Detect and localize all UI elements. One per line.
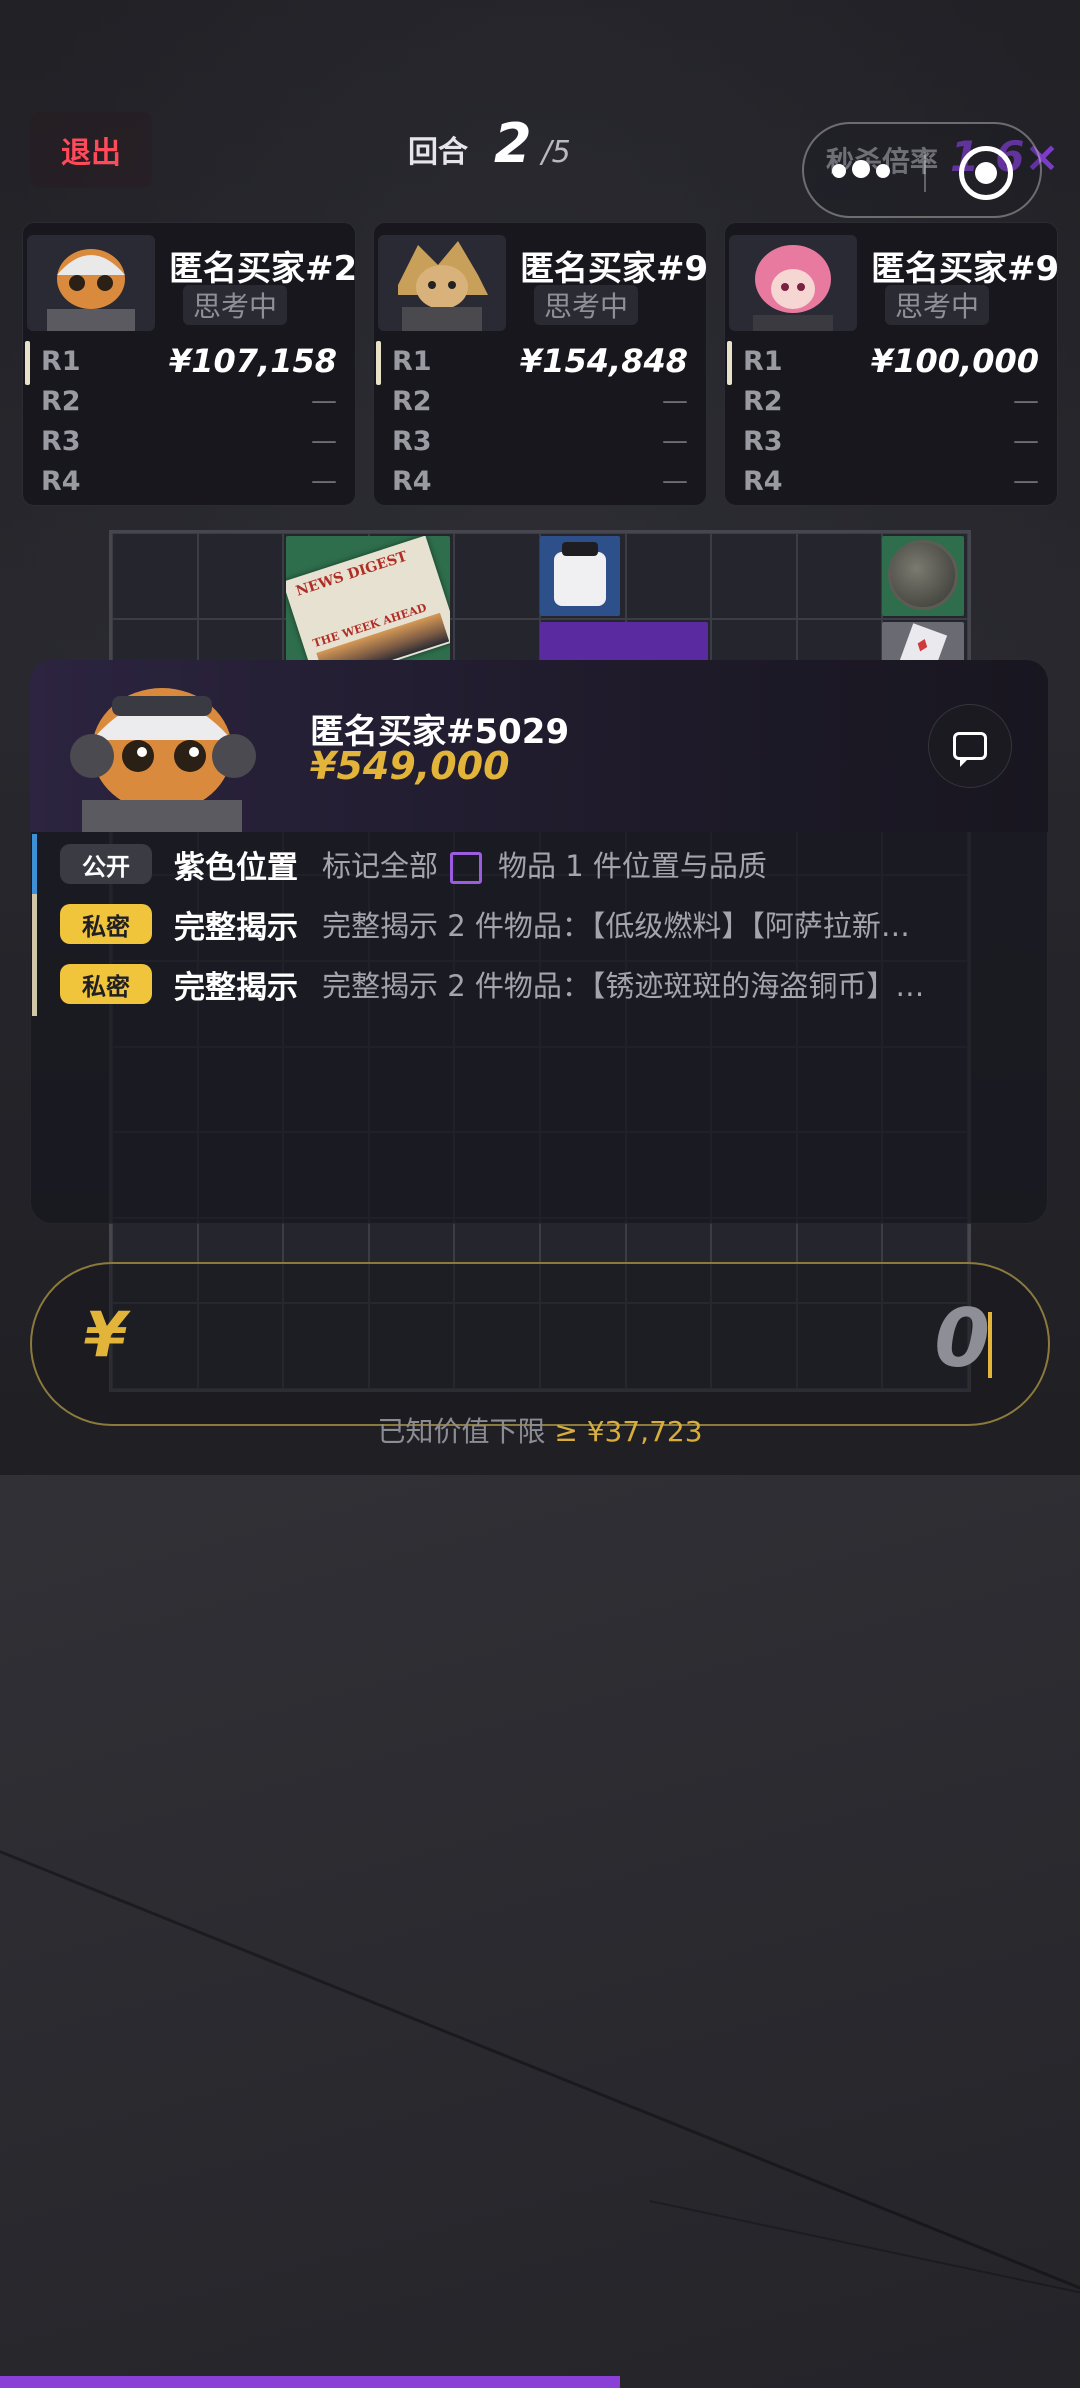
bid-row: R2— [41,385,337,417]
bid-row: R4— [743,465,1039,497]
bid-row: R2— [392,385,688,417]
round-total: /5 [541,135,571,170]
value-floor-hint: 已知价值下限 ≥ ¥37,723 [377,1415,703,1448]
buyer-card-2: 匿名买家#97 思考中 R1¥154,848 R2— R3— R4— [373,222,707,506]
grid-cell[interactable] [454,533,540,619]
coin-item[interactable] [882,536,964,616]
fuel-item[interactable] [540,536,620,616]
buyer-name: 匿名买家#24 [169,249,356,289]
round-current: 2 [494,112,532,175]
clue-row[interactable]: 公开 紫色位置 标记全部 物品 1 件位置与品质 [32,834,1042,896]
clue-type: 完整揭示 [174,909,298,946]
bid-row: R3— [743,425,1039,457]
clue-type: 紫色位置 [174,849,298,886]
clue-desc: 完整揭示 2 件物品：【低级燃料】【阿萨拉新… [322,909,910,943]
miniprogram-capsule [802,122,1042,218]
bid-row: R3— [392,425,688,457]
floor-background [0,1475,1080,2388]
bid-row: R3— [41,425,337,457]
player-avatar [52,660,274,832]
buyer-name: 匿名买家#97 [520,249,707,289]
private-tag: 私密 [60,964,152,1004]
newspaper-item[interactable]: NEWS DIGEST THE WEEK AHEAD [286,536,450,664]
bid-row: R1 ¥100,000 [725,341,1057,385]
grid-cell[interactable] [711,533,797,619]
bid-row: R4— [392,465,688,497]
buyer-name: 匿名买家#97 [871,249,1058,289]
bid-value: 0 [934,1292,990,1385]
buyer-status: 思考中 [534,285,639,325]
round-indicator: 回合 2 /5 [408,112,571,192]
text-caret [988,1312,992,1378]
bid-row: R2— [743,385,1039,417]
chat-bubble-icon [953,732,987,767]
grid-cell[interactable] [796,533,883,619]
bid-row: R1 ¥107,158 [23,341,355,385]
buyer-card-3: 匿名买家#97 思考中 R1¥100,000 R2— R3— R4— [724,222,1058,506]
grid-cell[interactable] [112,533,198,619]
capsule-divider [924,152,926,192]
clue-desc: 完整揭示 2 件物品：【锈迹斑斑的海盗铜币】… [322,969,925,1003]
grid-cell[interactable] [197,533,284,619]
buyer-status: 思考中 [183,285,288,325]
close-target-icon[interactable] [959,146,1013,200]
cat-pilot-avatar [27,235,155,331]
bid-input[interactable]: ¥ 0 [30,1262,1050,1426]
round-label: 回合 [408,135,468,170]
more-icon[interactable] [832,160,896,184]
clue-type: 完整揭示 [174,969,298,1006]
public-tag: 公开 [60,844,152,884]
bid-row: R4— [41,465,337,497]
progress-bar [0,2376,620,2388]
buyer-card-1: 匿名买家#24 思考中 R1¥107,158 R2— R3— R4— [22,222,356,506]
pink-maid-avatar [729,235,857,331]
chat-button[interactable] [928,704,1012,788]
clue-row[interactable]: 私密 完整揭示 完整揭示 2 件物品：【锈迹斑斑的海盗铜币】… [32,954,1042,1016]
bid-row: R1 ¥154,848 [374,341,706,385]
lion-armor-avatar [378,235,506,331]
purple-square-icon [450,852,483,884]
currency-symbol: ¥ [84,1298,128,1371]
exit-button[interactable]: 退出 [30,112,152,188]
clue-desc: 标记全部 物品 1 件位置与品质 [322,849,767,884]
grid-cell[interactable] [625,533,712,619]
newspaper-header: NEWS DIGEST [294,548,410,600]
clue-row[interactable]: 私密 完整揭示 完整揭示 2 件物品：【低级燃料】【阿萨拉新… [32,894,1042,956]
player-amount: ¥549,000 [310,744,510,788]
private-tag: 私密 [60,904,152,944]
buyer-status: 思考中 [885,285,990,325]
